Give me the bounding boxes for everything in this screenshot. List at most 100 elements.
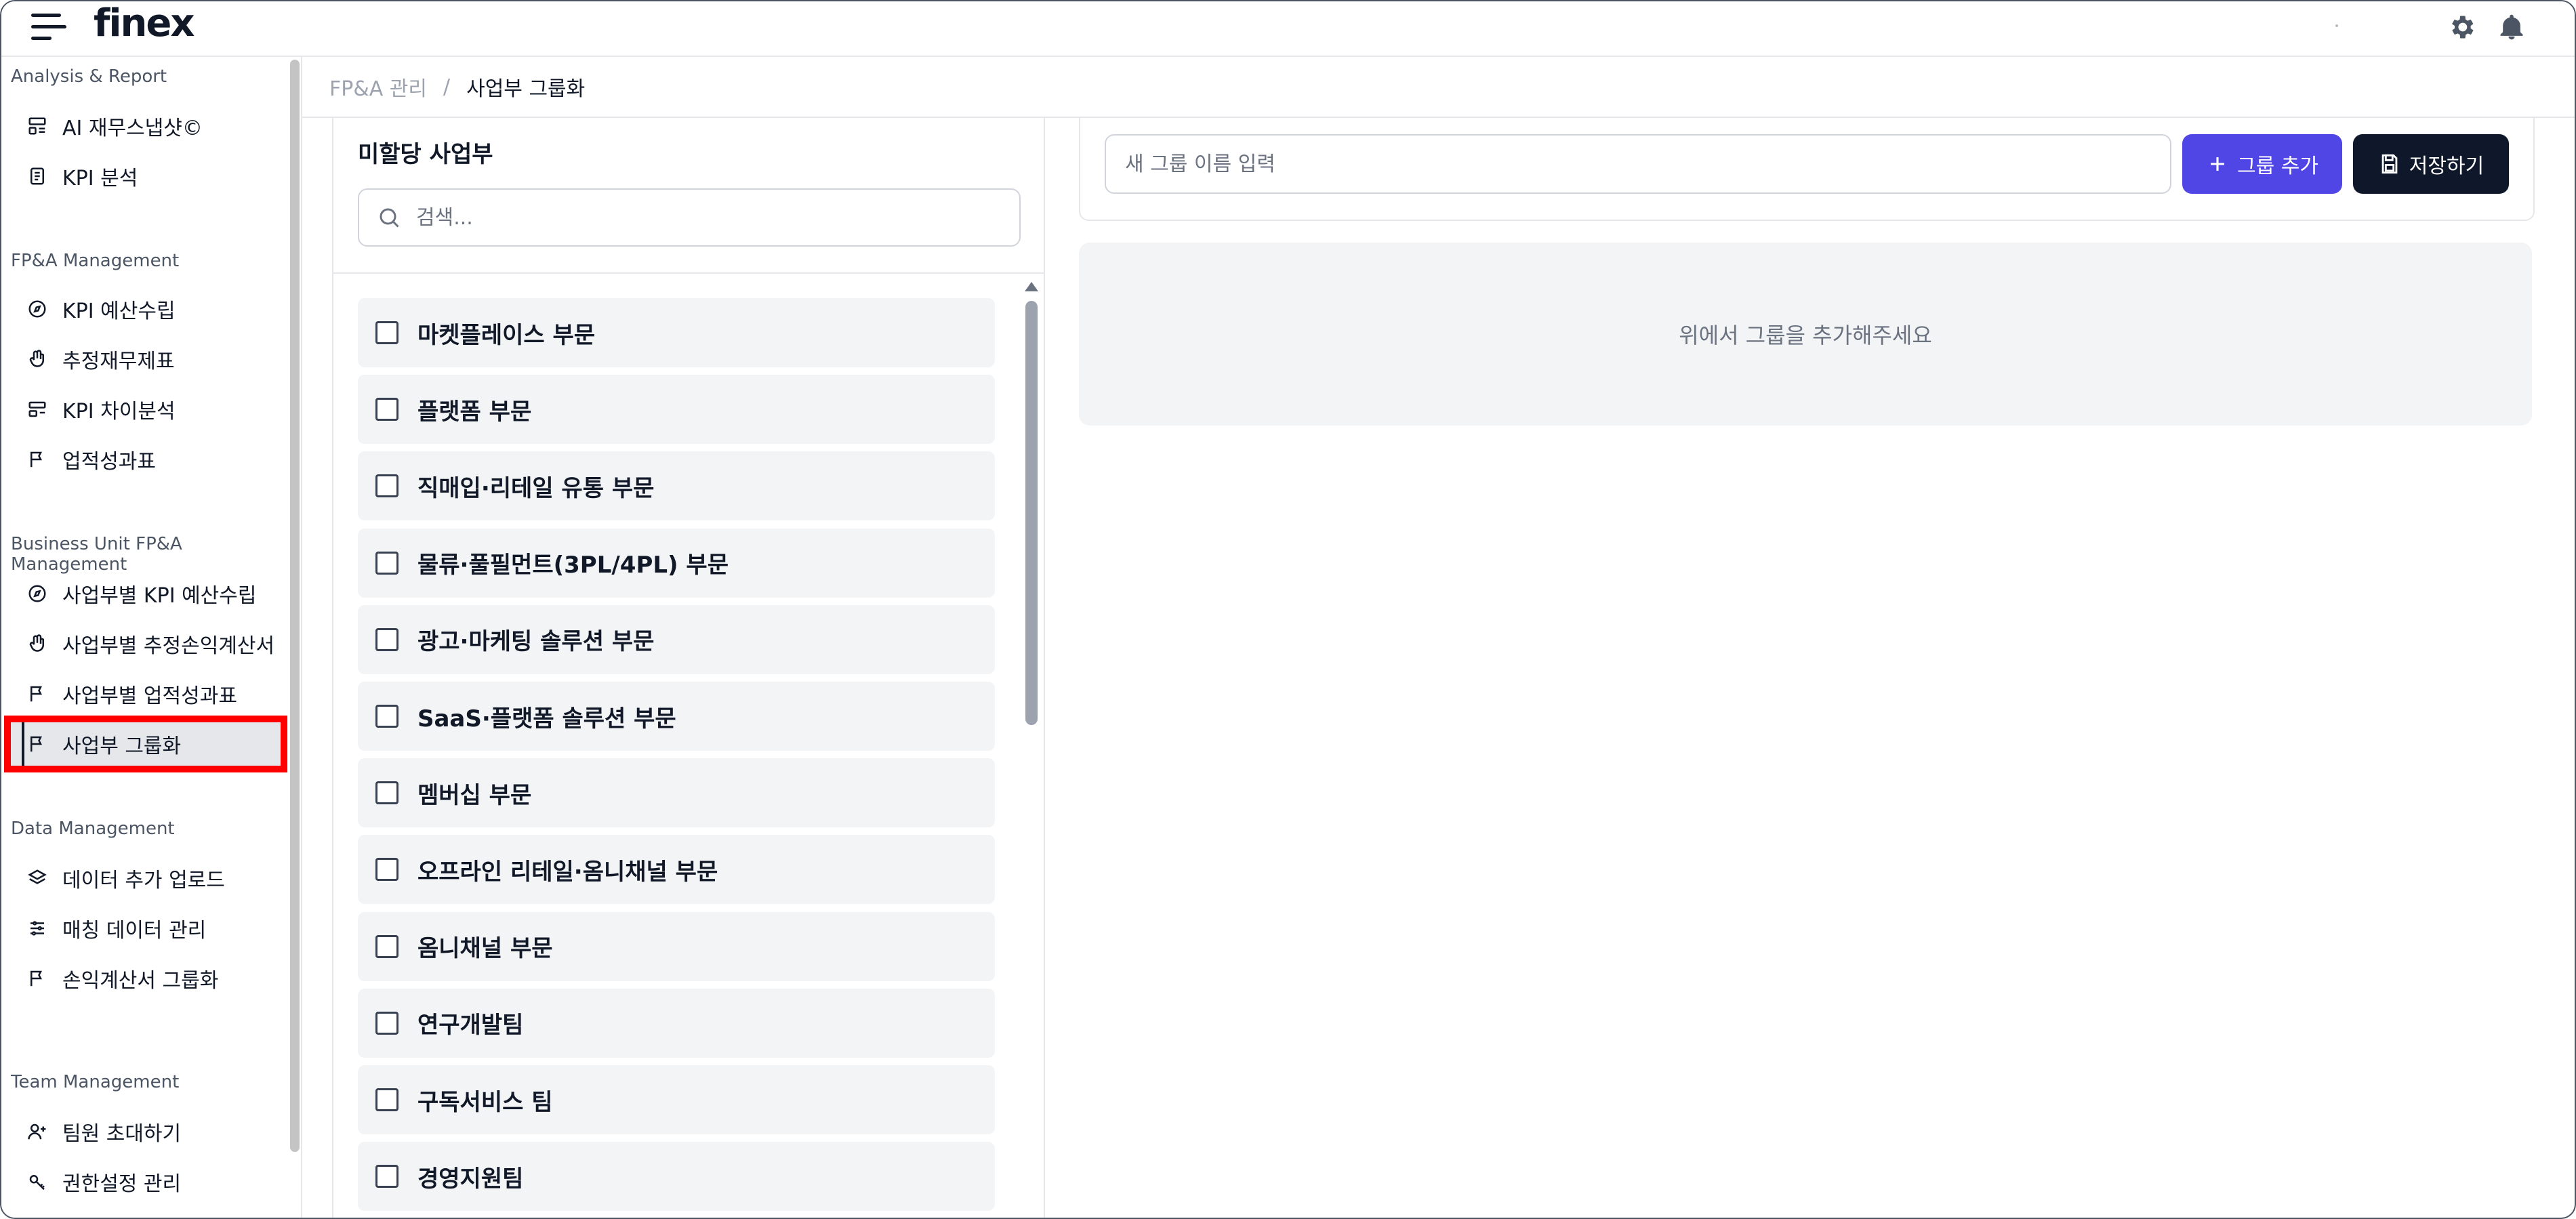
- list-item[interactable]: 구독서비스 팀: [358, 1065, 995, 1134]
- list-item[interactable]: 플랫폼 부문: [358, 375, 995, 445]
- sidebar-section-title: Team Management: [11, 1072, 180, 1092]
- breadcrumb-separator: /: [443, 75, 451, 99]
- sidebar-item-permissions[interactable]: 권한설정 관리: [11, 1160, 282, 1203]
- user-plus-icon: [26, 1120, 49, 1143]
- list-item[interactable]: 물류·풀필먼트(3PL/4PL) 부문: [358, 528, 995, 598]
- compass-icon: [26, 297, 49, 321]
- sidebar-item-label: 사업부별 KPI 예산수립: [62, 584, 257, 608]
- list-item[interactable]: 멤버십 부문: [358, 758, 995, 828]
- list-scrollbar-thumb[interactable]: [1025, 301, 1038, 725]
- sidebar-item-label: 추정재무제표: [62, 350, 175, 373]
- checkbox[interactable]: [375, 705, 398, 728]
- list-item[interactable]: 옴니채널 부문: [358, 911, 995, 981]
- list-item[interactable]: 마켓플레이스 부문: [358, 298, 995, 367]
- sidebar-section-title: Data Management: [11, 819, 175, 839]
- list-item-label: 경영지원팀: [417, 1165, 524, 1193]
- breadcrumb-parent[interactable]: FP&A 관리: [329, 72, 427, 102]
- save-button[interactable]: 저장하기: [2353, 134, 2509, 194]
- sidebar-item-label: KPI 차이분석: [62, 400, 176, 423]
- breadcrumb-current: 사업부 그룹화: [466, 77, 586, 101]
- sidebar-item-label: 사업부별 업적성과표: [62, 684, 237, 708]
- search-input[interactable]: [415, 205, 1000, 230]
- sliders-icon: [26, 917, 49, 940]
- list-item-label: 물류·풀필먼트(3PL/4PL) 부문: [417, 552, 729, 579]
- top-header: finex: [1, 1, 2575, 57]
- key-icon: [26, 1170, 49, 1193]
- menu-icon[interactable]: [31, 12, 66, 42]
- compass-icon: [26, 582, 49, 605]
- sidebar-item-kpi-analysis[interactable]: KPI 분석: [11, 154, 282, 198]
- list-item[interactable]: 오프라인 리테일·옴니채널 부문: [358, 835, 995, 905]
- save-icon: [2378, 152, 2401, 175]
- search-icon: [377, 205, 401, 230]
- sidebar: Analysis & Report AI 재무스냅샷© KPI 분석 FP&A …: [1, 57, 302, 1218]
- sidebar-item-label: 권한설정 관리: [62, 1172, 182, 1196]
- sidebar-item-invite-members[interactable]: 팀원 초대하기: [11, 1110, 282, 1153]
- checkbox[interactable]: [375, 858, 398, 882]
- list-item-label: SaaS·플랫폼 솔루션 부문: [417, 705, 676, 732]
- search-box[interactable]: [358, 188, 1021, 247]
- sidebar-section-title: FP&A Management: [11, 251, 180, 271]
- group-name-input[interactable]: [1105, 134, 2171, 194]
- sidebar-item-performance-table[interactable]: 업적성과표: [11, 438, 282, 481]
- flag-icon: [26, 682, 49, 705]
- list-item-label: 마켓플레이스 부문: [417, 321, 596, 349]
- list-item-label: 플랫폼 부문: [417, 398, 532, 426]
- checkbox[interactable]: [375, 934, 398, 958]
- list-item-label: 연구개발팀: [417, 1012, 524, 1039]
- sidebar-item-bu-performance-table[interactable]: 사업부별 업적성과표: [11, 672, 282, 716]
- sidebar-section-title: Analysis & Report: [11, 66, 167, 87]
- empty-message: 위에서 그룹을 추가해주세요: [1679, 323, 1932, 348]
- checkbox[interactable]: [375, 627, 398, 651]
- document-icon: [26, 165, 49, 188]
- sidebar-item-label: 손익계산서 그룹화: [62, 969, 219, 993]
- sidebar-scrollbar[interactable]: [290, 60, 300, 1152]
- sidebar-item-label: 매칭 데이터 관리: [62, 919, 207, 943]
- divider: [333, 272, 1044, 274]
- checkbox[interactable]: [375, 1011, 398, 1035]
- unassigned-panel: 미할당 사업부 마켓플레이스 부문플랫폼 부문직매입·리테일 유통 부문물류·풀…: [332, 118, 1045, 1218]
- checkbox[interactable]: [375, 551, 398, 575]
- add-group-button[interactable]: 그룹 추가: [2182, 134, 2342, 194]
- checkbox[interactable]: [375, 1088, 398, 1111]
- groups-empty-state: 위에서 그룹을 추가해주세요: [1079, 243, 2532, 426]
- flag-icon: [26, 448, 49, 471]
- hand-icon: [26, 632, 49, 655]
- list-item[interactable]: 직매입·리테일 유통 부문: [358, 451, 995, 521]
- sidebar-item-label: 팀원 초대하기: [62, 1122, 182, 1146]
- sidebar-item-label: AI 재무스냅샷©: [62, 117, 203, 140]
- sidebar-item-data-upload[interactable]: 데이터 추가 업로드: [11, 856, 282, 900]
- checkbox[interactable]: [375, 321, 398, 344]
- sidebar-item-pl-grouping[interactable]: 손익계산서 그룹화: [11, 957, 282, 1000]
- sidebar-item-ai-snapshot[interactable]: AI 재무스냅샷©: [11, 104, 282, 148]
- sidebar-item-estimated-financials[interactable]: 추정재무제표: [11, 337, 282, 381]
- sidebar-item-bu-estimated-pl[interactable]: 사업부별 추정손익계산서: [11, 622, 282, 665]
- list-item-label: 구독서비스 팀: [417, 1088, 553, 1116]
- list-item[interactable]: 광고·마케팅 솔루션 부문: [358, 604, 995, 674]
- sidebar-item-bu-kpi-budget[interactable]: 사업부별 KPI 예산수립: [11, 572, 282, 615]
- sidebar-item-kpi-budget[interactable]: KPI 예산수립: [11, 287, 282, 331]
- sidebar-item-label: 사업부별 추정손익계산서: [62, 634, 275, 658]
- sidebar-item-label: 업적성과표: [62, 450, 156, 474]
- sidebar-item-kpi-variance[interactable]: KPI 차이분석: [11, 388, 282, 431]
- list-item[interactable]: 연구개발팀: [358, 988, 995, 1058]
- highlight-box: [4, 716, 287, 772]
- scroll-up-icon[interactable]: [1025, 282, 1038, 291]
- list-item[interactable]: 경영지원팀: [358, 1142, 995, 1212]
- list-item-label: 광고·마케팅 솔루션 부문: [417, 628, 655, 656]
- header-divider-dot: [2335, 24, 2338, 27]
- sidebar-item-matching-data[interactable]: 매칭 데이터 관리: [11, 907, 282, 950]
- checkbox[interactable]: [375, 781, 398, 805]
- list-item-label: 직매입·리테일 유통 부문: [417, 474, 655, 502]
- app-window: finex Analysis & Report AI 재무스냅샷© KPI 분석…: [0, 0, 2576, 1219]
- checkbox[interactable]: [375, 1165, 398, 1189]
- logo[interactable]: finex: [94, 1, 195, 46]
- list-item-label: 오프라인 리테일·옴니채널 부문: [417, 858, 718, 886]
- save-label: 저장하기: [2409, 154, 2485, 178]
- checkbox[interactable]: [375, 398, 398, 421]
- bell-icon[interactable]: [2497, 12, 2527, 42]
- panel-title: 미할당 사업부: [358, 141, 493, 168]
- gear-icon[interactable]: [2447, 12, 2476, 42]
- checkbox[interactable]: [375, 474, 398, 498]
- list-item[interactable]: SaaS·플랫폼 솔루션 부문: [358, 682, 995, 751]
